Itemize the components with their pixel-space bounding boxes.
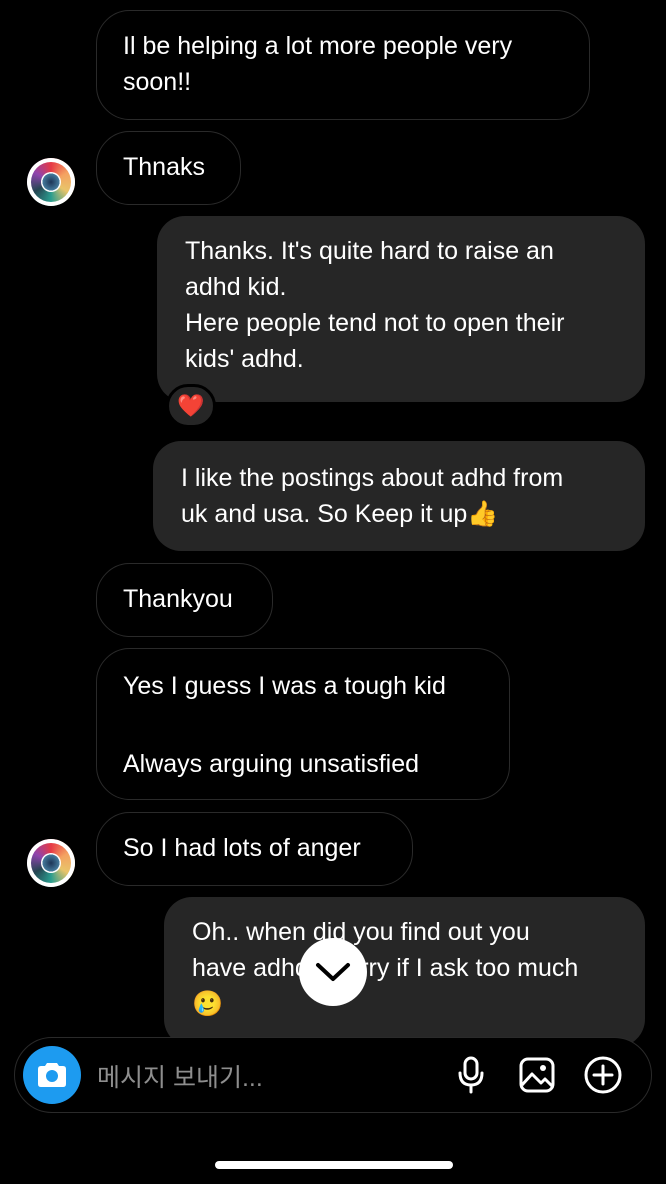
- contact-avatar[interactable]: [27, 158, 75, 206]
- chevron-down-icon: [316, 963, 350, 981]
- camera-button[interactable]: [23, 1046, 81, 1104]
- heart-reaction-icon[interactable]: ❤️: [166, 384, 216, 428]
- message-text: kids' adhd.: [185, 345, 304, 373]
- message-incoming[interactable]: Thnaks: [96, 131, 241, 205]
- scroll-down-button[interactable]: [299, 938, 367, 1006]
- contact-avatar[interactable]: [27, 839, 75, 887]
- message-text: Oh.. when did you find out you: [192, 918, 530, 946]
- message-text: uk and usa. So Keep it up👍: [181, 500, 499, 528]
- message-composer[interactable]: 메시지 보내기...: [14, 1037, 652, 1113]
- message-incoming[interactable]: So I had lots of anger: [96, 812, 413, 886]
- message-text: Il be helping a lot more people very: [123, 32, 513, 60]
- message-text: Thankyou: [123, 585, 233, 613]
- message-text: [123, 704, 483, 746]
- message-text: I like the postings about adhd from: [181, 464, 564, 492]
- message-outgoing[interactable]: I like the postings about adhd from uk a…: [153, 441, 645, 551]
- camera-icon: [38, 1063, 66, 1087]
- message-incoming[interactable]: Il be helping a lot more people very soo…: [96, 10, 590, 120]
- plus-circle-icon: [584, 1056, 622, 1094]
- message-input[interactable]: 메시지 보내기...: [97, 1058, 263, 1094]
- message-text: soon!!: [123, 68, 192, 96]
- message-outgoing[interactable]: Thanks. It's quite hard to raise an adhd…: [157, 216, 645, 402]
- image-icon: [519, 1057, 555, 1093]
- message-incoming[interactable]: Yes I guess I was a tough kid Always arg…: [96, 648, 510, 800]
- message-text: Thnaks: [123, 153, 205, 181]
- microphone-icon: [458, 1056, 484, 1094]
- message-text: 🥲: [192, 990, 224, 1018]
- gallery-button[interactable]: [517, 1055, 557, 1095]
- home-indicator[interactable]: [215, 1161, 453, 1169]
- add-button[interactable]: [583, 1055, 623, 1095]
- message-incoming[interactable]: Thankyou: [96, 563, 273, 637]
- message-text: Yes I guess I was a tough kid: [123, 672, 446, 700]
- message-text: adhd kid.: [185, 273, 287, 301]
- message-outgoing[interactable]: Oh.. when did you find out you have adhd…: [164, 897, 645, 1047]
- message-text: Always arguing unsatisfied: [123, 750, 419, 778]
- message-text: Here people tend not to open their: [185, 309, 565, 337]
- message-text: Thanks. It's quite hard to raise an: [185, 237, 554, 265]
- microphone-button[interactable]: [451, 1055, 491, 1095]
- message-text: So I had lots of anger: [123, 834, 361, 862]
- message-text: have adhd? Sorry if I ask too much: [192, 954, 579, 982]
